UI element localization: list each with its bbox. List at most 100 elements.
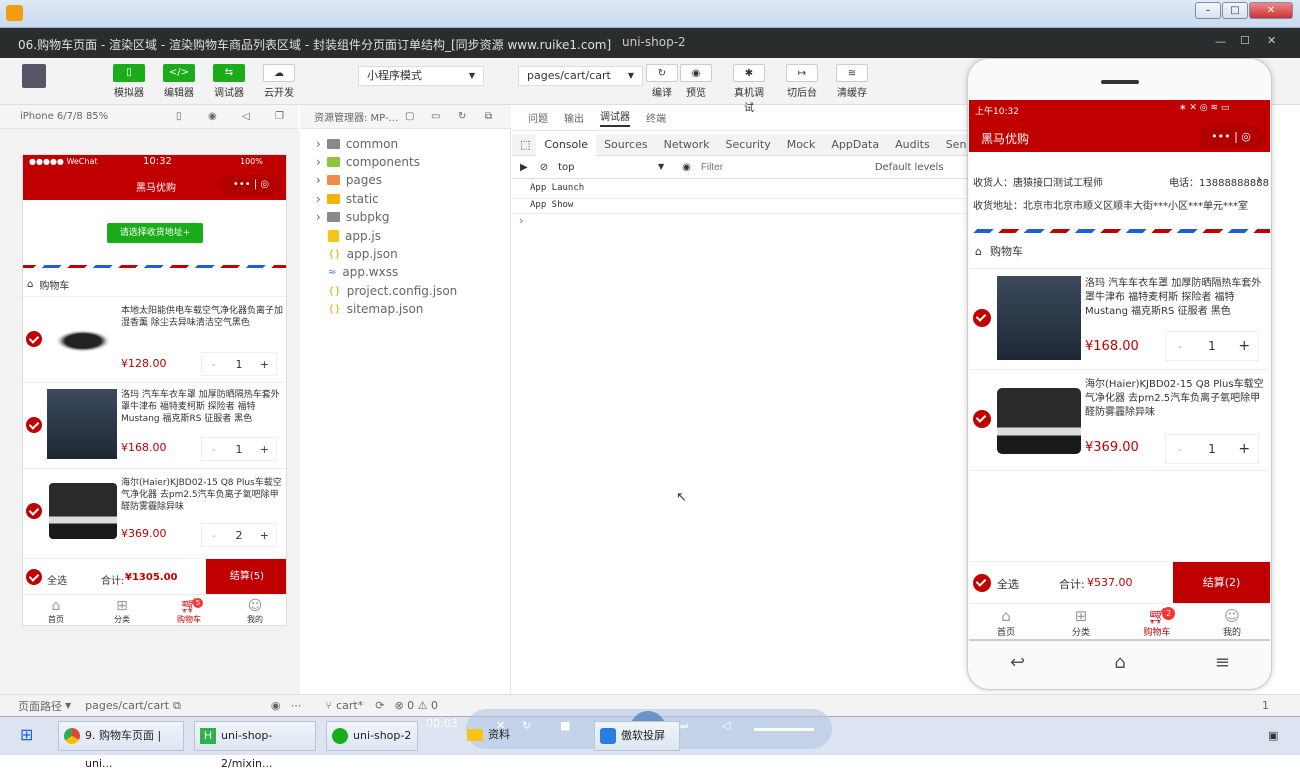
- folder-components[interactable]: › components: [316, 155, 420, 169]
- item-checkbox[interactable]: [973, 309, 991, 327]
- tab-security[interactable]: Security: [718, 138, 779, 151]
- eye-icon[interactable]: ◉: [271, 699, 281, 712]
- minus-icon[interactable]: -: [1166, 340, 1193, 353]
- filter-input[interactable]: [700, 159, 869, 176]
- plus-icon[interactable]: +: [253, 358, 276, 371]
- menu-icon[interactable]: ≡: [1215, 652, 1230, 673]
- tab-terminal[interactable]: 终端: [646, 110, 666, 125]
- tab-cart[interactable]: 🛒︎ 购物车 5: [175, 598, 203, 625]
- file-project-config[interactable]: {} project.config.json: [328, 284, 457, 298]
- ide-close-icon[interactable]: ✕: [1267, 34, 1276, 47]
- cloud-button[interactable]: ☁ 云开发: [262, 64, 296, 99]
- tab-sources[interactable]: Sources: [596, 138, 656, 151]
- user-avatar[interactable]: [22, 64, 46, 88]
- back-icon[interactable]: ↩: [1010, 652, 1025, 673]
- context-select[interactable]: top ▼: [558, 162, 672, 173]
- collapse-icon[interactable]: ⧉: [485, 111, 492, 122]
- show-desktop-icon[interactable]: ▣: [1268, 729, 1278, 742]
- clear-console-icon[interactable]: ⊘: [534, 162, 554, 173]
- volume-icon[interactable]: ◁: [242, 111, 250, 122]
- popout-icon[interactable]: ❐: [275, 111, 284, 122]
- ide-minimize-icon[interactable]: —: [1215, 35, 1226, 48]
- tab-mock[interactable]: Mock: [779, 138, 824, 151]
- taskbar-item-folder[interactable]: 资料: [462, 721, 562, 751]
- file-app-wxss[interactable]: ≈ app.wxss: [328, 265, 398, 279]
- problems-count[interactable]: ⊗ 0 ⚠ 0: [394, 699, 438, 712]
- minus-icon[interactable]: -: [202, 529, 225, 542]
- bell-count[interactable]: 1: [1262, 699, 1269, 712]
- item-checkbox[interactable]: [26, 417, 42, 433]
- file-app-js[interactable]: app.js: [328, 229, 381, 243]
- compile-button[interactable]: ↻ 编译: [645, 64, 679, 99]
- tab-problems[interactable]: 问题: [528, 110, 548, 125]
- tab-category[interactable]: ⊞ 分类: [1068, 607, 1094, 638]
- default-levels-select[interactable]: Default levels: [875, 162, 944, 173]
- sync-icon[interactable]: ⟳: [375, 699, 384, 712]
- eye-icon[interactable]: ◉: [672, 162, 701, 173]
- console-prompt[interactable]: ›: [519, 214, 523, 227]
- tab-appdata[interactable]: AppData: [823, 138, 887, 151]
- volume-slider[interactable]: [754, 728, 814, 731]
- tab-me[interactable]: ☺ 我的: [242, 598, 268, 625]
- device-select[interactable]: iPhone 6/7/8 85%: [20, 111, 108, 122]
- windows-start-icon[interactable]: ⊞: [20, 725, 33, 744]
- plus-icon[interactable]: +: [253, 443, 276, 456]
- editor-button[interactable]: </> 编辑器: [162, 64, 196, 99]
- quantity-stepper[interactable]: -2 +: [201, 523, 277, 547]
- tab-audits[interactable]: Audits: [887, 138, 938, 151]
- debugger-button[interactable]: ⇆ 调试器: [212, 64, 246, 99]
- tab-home[interactable]: ⌂ 首页: [993, 607, 1019, 638]
- plus-icon[interactable]: +: [1231, 441, 1258, 457]
- close-button[interactable]: ✕: [1249, 2, 1293, 19]
- capsule-button[interactable]: ••• | ◎: [221, 175, 281, 195]
- copy-icon[interactable]: ⧉: [173, 699, 181, 713]
- quantity-stepper[interactable]: -1 +: [201, 352, 277, 376]
- capsule-button[interactable]: ••• | ◎: [1199, 126, 1263, 148]
- checkout-button[interactable]: 结算(2): [1173, 562, 1270, 604]
- item-checkbox[interactable]: [26, 503, 42, 519]
- new-file-icon[interactable]: ▢: [405, 111, 414, 122]
- quantity-stepper[interactable]: -1 +: [1165, 434, 1259, 464]
- rotate-icon[interactable]: ▯: [176, 111, 182, 122]
- taskbar-item-apowermirror[interactable]: 傲软投屏: [594, 721, 680, 751]
- taskbar-item-chrome[interactable]: 9. 购物车页面 | uni...: [58, 721, 184, 770]
- select-all-checkbox[interactable]: [26, 569, 42, 585]
- item-checkbox[interactable]: [973, 410, 991, 428]
- file-app-json[interactable]: {} app.json: [328, 247, 398, 261]
- volume-icon[interactable]: ◁: [722, 719, 730, 732]
- preview-button[interactable]: ◉ 预览: [679, 64, 713, 99]
- taskbar-item-devtools[interactable]: uni-shop-2: [326, 721, 418, 751]
- folder-pages[interactable]: › pages: [316, 173, 382, 187]
- tab-network[interactable]: Network: [656, 138, 718, 151]
- page-select[interactable]: pages/cart/cart ▼: [518, 66, 643, 86]
- tab-home[interactable]: ⌂ 首页: [43, 598, 69, 625]
- page-path-label[interactable]: 页面路径: [18, 698, 62, 714]
- record-icon[interactable]: ◉: [208, 111, 217, 122]
- plus-icon[interactable]: +: [253, 529, 276, 542]
- folder-common[interactable]: › common: [316, 137, 398, 151]
- file-sitemap[interactable]: {} sitemap.json: [328, 302, 423, 316]
- chevron-right-icon[interactable]: ›: [1257, 172, 1262, 186]
- tab-debugger[interactable]: 调试器: [600, 108, 630, 127]
- home-button-icon[interactable]: ⌂: [1114, 652, 1125, 673]
- select-all-checkbox[interactable]: [973, 574, 991, 592]
- tab-me[interactable]: ☺ 我的: [1219, 607, 1245, 638]
- tab-category[interactable]: ⊞ 分类: [109, 598, 135, 625]
- quantity-stepper[interactable]: -1 +: [1165, 331, 1259, 361]
- folder-subpkg[interactable]: › subpkg: [316, 210, 389, 224]
- checkout-button[interactable]: 结算(5): [206, 559, 286, 595]
- quantity-stepper[interactable]: -1 +: [201, 437, 277, 461]
- simulator-button[interactable]: ▯ 模拟器: [112, 64, 146, 99]
- minus-icon[interactable]: -: [202, 358, 225, 371]
- ide-maximize-icon[interactable]: ☐: [1240, 34, 1250, 47]
- tab-output[interactable]: 输出: [564, 110, 584, 125]
- plus-icon[interactable]: +: [1231, 338, 1258, 354]
- taskbar-item-hbuilder[interactable]: Huni-shop-2/mixin...: [194, 721, 316, 770]
- sidebar-toggle-icon[interactable]: ▶: [512, 162, 534, 173]
- refresh-icon[interactable]: ↻: [458, 111, 466, 122]
- background-button[interactable]: ↦ 切后台: [784, 64, 820, 99]
- branch-name[interactable]: cart*: [336, 699, 363, 712]
- item-checkbox[interactable]: [26, 331, 42, 347]
- mode-select[interactable]: 小程序模式 ▼: [358, 66, 484, 86]
- clear-cache-button[interactable]: ≋ 清缓存: [834, 64, 870, 99]
